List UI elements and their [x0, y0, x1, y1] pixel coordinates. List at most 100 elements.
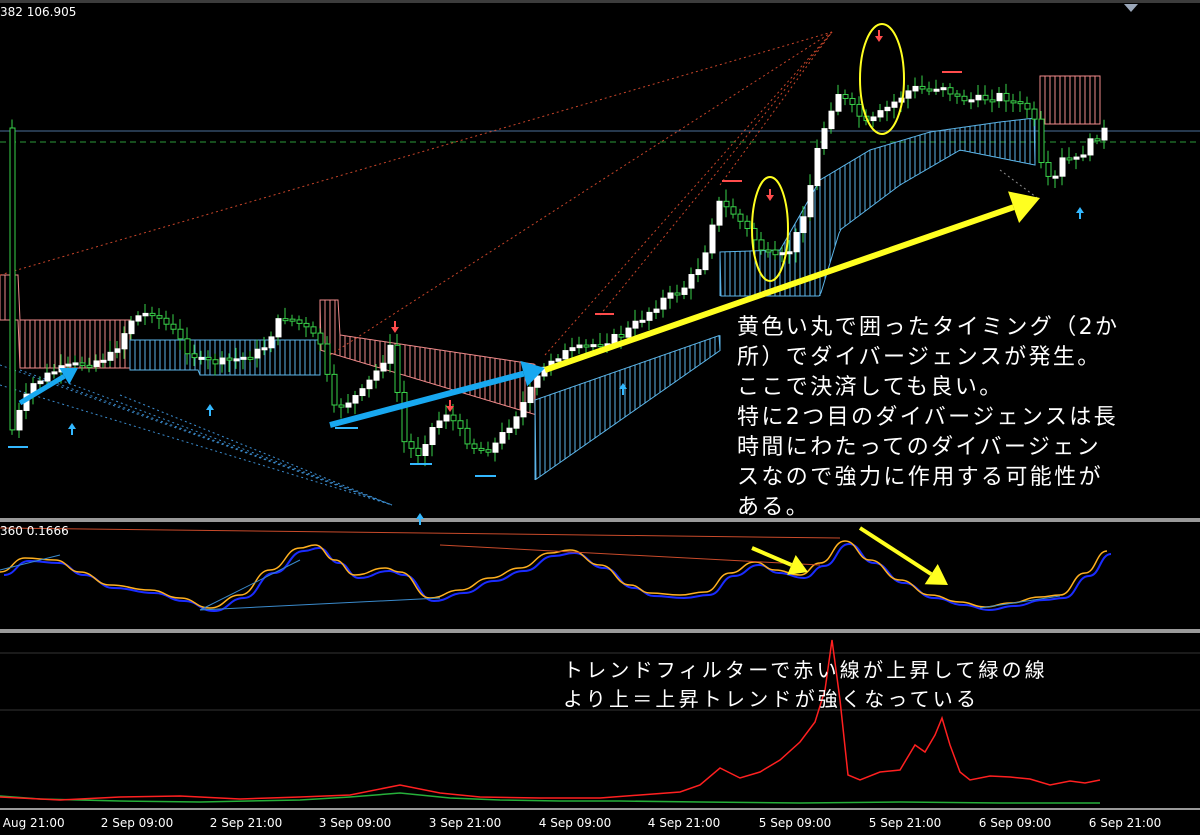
- chart-shift-marker-icon[interactable]: [1124, 4, 1138, 12]
- candle-body: [681, 287, 688, 295]
- candle-body: [996, 92, 1003, 102]
- candle-body: [128, 320, 135, 335]
- dotted-trendline: [544, 31, 833, 356]
- x-axis-tick-label: 6 Sep 21:00: [1088, 816, 1162, 830]
- candle-body: [737, 213, 744, 222]
- osc-divergence-line: [199, 559, 301, 611]
- candle-body: [989, 99, 996, 103]
- candle-body: [520, 402, 527, 418]
- up-arrow-icon: [1076, 207, 1084, 219]
- candle-body: [114, 348, 121, 353]
- candle-body: [198, 356, 205, 360]
- candle-body: [1101, 127, 1108, 141]
- candle-body: [457, 420, 464, 429]
- annotation-line: 黄色い丸で囲ったタイミング（2か: [737, 315, 1120, 340]
- candle-body: [1003, 92, 1010, 102]
- candle-body: [821, 128, 828, 149]
- candle-body: [534, 375, 541, 388]
- candle-body: [415, 447, 422, 456]
- up-arrow-icon: [416, 513, 424, 525]
- candle-body: [646, 311, 653, 321]
- candle-body: [1087, 138, 1094, 156]
- annotation-line: 時間にわたってのダイバージェン: [737, 435, 1102, 460]
- candle-body: [807, 185, 814, 218]
- down-arrow-icon: [391, 321, 399, 333]
- price-pane-label: 382 106.905: [0, 5, 77, 19]
- candle-body: [51, 371, 58, 375]
- candle-body: [1059, 157, 1066, 177]
- candle-body: [800, 216, 807, 234]
- pane-separator-trend[interactable]: [0, 629, 1200, 633]
- annotation-line: トレンドフィルターで赤い線が上昇して緑の線: [563, 658, 1048, 682]
- candle-body: [1031, 108, 1038, 120]
- chart-window[interactable]: 382 106.905 360 0.1666 黄色い丸で囲ったタイミング（2か …: [0, 0, 1200, 835]
- oscillator-main-line: [3, 542, 1112, 613]
- candle-body: [1066, 157, 1073, 161]
- candle-body: [142, 312, 149, 317]
- candle-body: [744, 220, 751, 229]
- candle-body: [254, 348, 261, 359]
- candle-body: [688, 274, 695, 289]
- candle-body: [555, 358, 562, 362]
- x-axis-tick-label: 5 Sep 21:00: [868, 816, 942, 830]
- x-axis-tick-label: 2 Sep 21:00: [209, 816, 283, 830]
- blue-arrow-icon: [18, 374, 66, 406]
- candle-body: [499, 432, 506, 444]
- x-axis-tick-label: 5 Sep 09:00: [758, 816, 832, 830]
- candle-body: [345, 402, 352, 408]
- candle-body: [933, 88, 940, 92]
- candle-body: [212, 359, 219, 365]
- candle-body: [849, 97, 856, 105]
- candle-body: [401, 391, 408, 443]
- candle-body: [156, 315, 163, 319]
- candle-body: [331, 373, 338, 406]
- candle-body: [16, 409, 23, 431]
- candle-body: [975, 94, 982, 101]
- candle-body: [310, 326, 317, 334]
- candle-body: [905, 90, 912, 99]
- candle-body: [121, 333, 128, 350]
- candle-body: [149, 312, 156, 317]
- candle-body: [954, 93, 961, 97]
- candle-body: [793, 232, 800, 253]
- candle-body: [226, 357, 233, 361]
- candle-body: [261, 347, 268, 351]
- candle-body: [359, 388, 366, 397]
- annotation-line: 特に2つ目のダイバージェンスは長: [737, 405, 1119, 430]
- candle-body: [373, 370, 380, 381]
- trend-filter-annotation: トレンドフィルターで赤い線が上昇して緑の線 より上＝上昇トレンドが強くなっている: [563, 656, 1048, 714]
- dotted-trendline: [0, 31, 833, 276]
- candle-body: [79, 362, 86, 366]
- candle-body: [296, 319, 303, 324]
- annotation-line: スなので強力に作用する可能性が: [737, 465, 1104, 490]
- x-axis-tick-label: 6 Sep 09:00: [978, 816, 1052, 830]
- annotation-line: ここで決済しても良い。: [737, 375, 1004, 400]
- candle-body: [422, 444, 429, 456]
- candle-body: [856, 103, 863, 117]
- candle-body: [919, 85, 926, 90]
- candle-body: [716, 200, 723, 226]
- candle-body: [1045, 162, 1052, 177]
- candle-body: [72, 362, 79, 366]
- candle-body: [961, 95, 968, 102]
- candle-body: [674, 292, 681, 296]
- candle-body: [576, 344, 583, 349]
- candle-body: [443, 414, 450, 422]
- candle-body: [506, 427, 513, 434]
- candle-body: [513, 416, 520, 429]
- blue-arrow-icon-head: [520, 360, 545, 387]
- candle-body: [275, 318, 282, 338]
- candle-body: [107, 351, 114, 361]
- candle-body: [891, 101, 898, 108]
- candle-body: [93, 360, 100, 367]
- candle-body: [366, 379, 373, 390]
- candle-body: [289, 318, 296, 322]
- candle-body: [702, 252, 709, 271]
- cloud-bull-segment: [719, 117, 1036, 297]
- dotted-trendline: [119, 394, 393, 506]
- candle-body: [408, 441, 415, 449]
- candle-body: [597, 344, 604, 348]
- candle-body: [485, 449, 492, 453]
- stochastic-oscillator: [0, 527, 1112, 613]
- candle-body: [492, 442, 499, 453]
